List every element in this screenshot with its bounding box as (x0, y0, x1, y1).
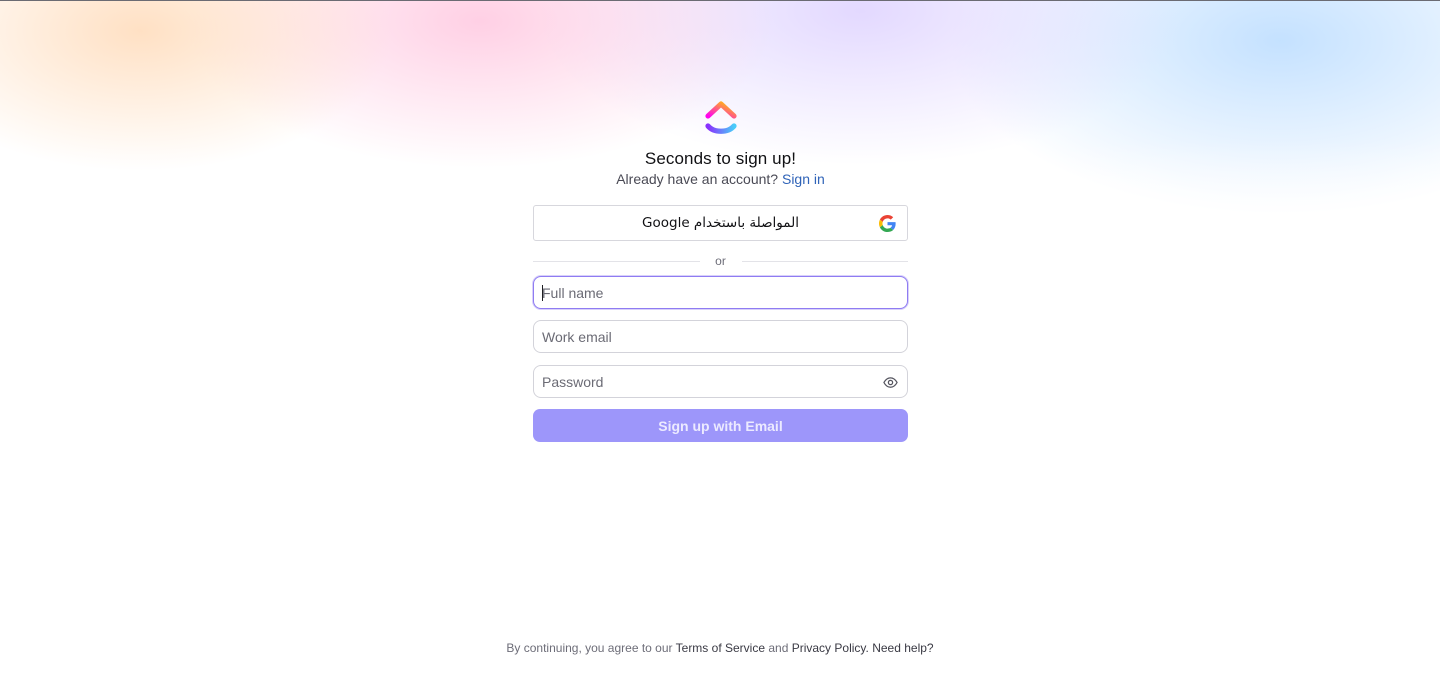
google-button-label: المواصلة باستخدام Google (642, 215, 799, 231)
work-email-input[interactable] (534, 321, 907, 352)
text-caret (542, 285, 543, 301)
page-title: Seconds to sign up! (644, 149, 797, 168)
full-name-field (533, 276, 908, 309)
legal-footer: By continuing, you agree to our Terms of… (0, 640, 1440, 656)
password-input[interactable] (534, 366, 907, 397)
signup-card: Seconds to sign up! Already have an acco… (533, 100, 908, 442)
google-icon (879, 215, 896, 232)
signin-prompt: Already have an account? Sign in (533, 170, 908, 188)
or-divider: or (533, 254, 908, 268)
signin-link[interactable]: Sign in (782, 171, 825, 187)
google-signup-button[interactable]: المواصلة باستخدام Google (533, 205, 908, 241)
footer-and: and (768, 641, 789, 655)
email-signup-button[interactable]: Sign up with Email (533, 409, 908, 442)
clickup-logo-icon (704, 101, 737, 134)
privacy-link[interactable]: Privacy Policy. (792, 641, 869, 655)
signin-prompt-text: Already have an account? (616, 171, 779, 187)
terms-link[interactable]: Terms of Service (676, 641, 765, 655)
help-link[interactable]: Need help? (872, 641, 933, 655)
password-field (533, 365, 908, 398)
divider-line-right (741, 260, 908, 262)
eye-icon[interactable] (883, 375, 898, 390)
work-email-field (533, 320, 908, 353)
footer-prefix: By continuing, you agree to our (506, 641, 673, 655)
divider-line-left (533, 260, 700, 262)
divider-label: or (715, 254, 726, 268)
full-name-input[interactable] (534, 277, 907, 308)
